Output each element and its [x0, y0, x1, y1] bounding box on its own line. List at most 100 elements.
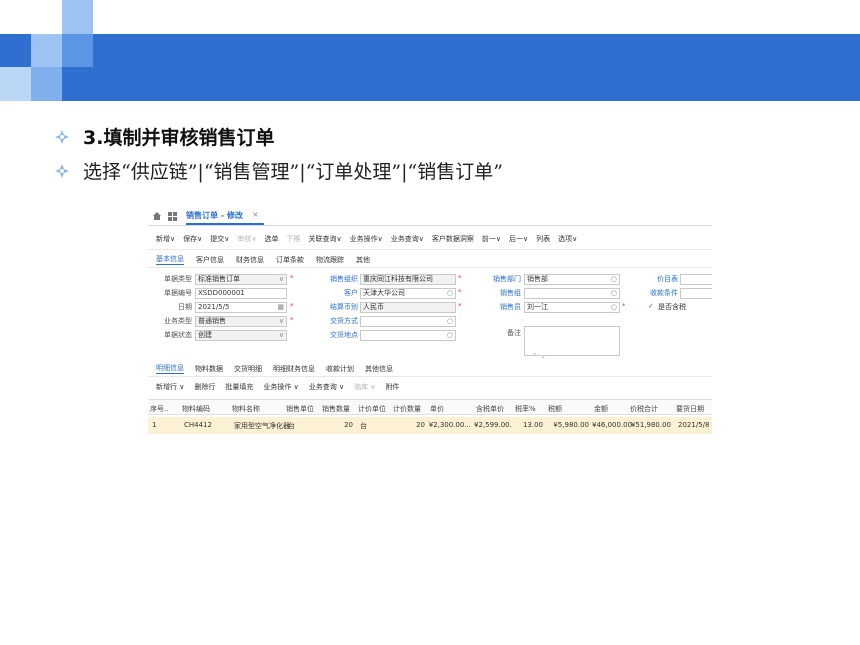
detail-toolbar-button[interactable]: 附件 [385, 382, 399, 392]
detail-toolbar-button[interactable]: 业务操作 ∨ [263, 382, 298, 392]
bullet-text: 3.填制并审核销售订单 [83, 127, 275, 149]
collapse-toggle-icon[interactable]: ⌃ ⌄ [532, 352, 546, 360]
toolbar-button[interactable]: 列表 [536, 234, 550, 244]
table-cell[interactable]: 家用型空气净化器 [234, 421, 290, 431]
table-cell[interactable]: ¥51,980.00 [628, 421, 671, 429]
toolbar-button[interactable]: 前一∨ [482, 234, 501, 244]
sales-group-field[interactable]: ○ [524, 288, 620, 299]
sales-dept-field[interactable]: 销售部 ○ [524, 274, 620, 285]
table-cell[interactable]: 13.00 [513, 421, 543, 429]
search-icon: ○ [446, 317, 453, 325]
table-cell[interactable]: ¥2,300.00... [428, 421, 471, 429]
table-cell[interactable]: 1 [152, 421, 156, 429]
column-header[interactable]: 销售单位 [286, 404, 314, 414]
currency-field[interactable]: 人民币 [360, 302, 456, 313]
table-header: 序号.. 物料编码 物料名称 销售单位 销售数量 计价单位 计价数量 单价 含税单价 税率% 税额 金… [148, 399, 712, 415]
doc-type-select[interactable]: 标准销售订单 ∨ [195, 274, 287, 285]
table-cell[interactable]: ¥46,000.00 [592, 421, 632, 429]
tab-bar: 销售订单 - 修改 × [148, 206, 712, 226]
form-tab[interactable]: 财务信息 [236, 255, 264, 265]
salesman-field[interactable]: 刘一江 ○ [524, 302, 620, 313]
toolbar-button[interactable]: 提交∨ [210, 234, 229, 244]
detail-toolbar-button[interactable]: 删除行 [194, 382, 215, 392]
column-header[interactable]: 计价单位 [358, 404, 386, 414]
column-header[interactable]: 物料名称 [232, 404, 260, 414]
column-header[interactable]: 序号.. [150, 404, 168, 414]
detail-tabs: 明细信息 物料数据 交货明细 明细财务信息 收款计划 其他信息 [148, 361, 712, 377]
detail-tab[interactable]: 明细信息 [156, 363, 184, 374]
detail-toolbar-button[interactable]: 批量填充 [225, 382, 253, 392]
column-header[interactable]: 物料编码 [182, 404, 210, 414]
detail-toolbar-button[interactable]: 新增行 ∨ [156, 382, 184, 392]
header-square [62, 0, 93, 34]
toolbar-button[interactable]: 后一∨ [509, 234, 528, 244]
detail-tab[interactable]: 明细财务信息 [273, 364, 315, 374]
search-icon: ○ [610, 289, 617, 297]
toolbar-button[interactable]: 选项∨ [558, 234, 577, 244]
table-cell[interactable]: 20 [391, 421, 425, 429]
toolbar-button[interactable]: 保存∨ [183, 234, 202, 244]
header-band [0, 34, 860, 101]
detail-tab[interactable]: 收款计划 [326, 364, 354, 374]
toolbar-button[interactable]: 业务操作∨ [350, 234, 383, 244]
detail-tab[interactable]: 物料数据 [195, 364, 223, 374]
date-field[interactable]: 2021/5/5 ▦ [195, 302, 287, 313]
toolbar-button[interactable]: 业务查询∨ [391, 234, 424, 244]
table-cell[interactable]: 台 [288, 421, 295, 431]
form-tab[interactable]: 其他 [356, 255, 370, 265]
currency-label: 结算币别 [330, 303, 358, 311]
toolbar-button[interactable]: 关联查询∨ [309, 234, 342, 244]
form-tab[interactable]: 订单条款 [276, 255, 304, 265]
toolbar-button[interactable]: 审核∨ [237, 234, 256, 244]
doc-no-field[interactable]: XSDD000001 [195, 288, 287, 299]
form-tab[interactable]: 基本信息 [156, 254, 184, 265]
column-header[interactable]: 单价 [430, 404, 444, 414]
column-header[interactable]: 销售数量 [322, 404, 350, 414]
toolbar-button[interactable]: 新增∨ [156, 234, 175, 244]
table-cell[interactable]: 2021/5/8 . [678, 421, 712, 429]
column-header[interactable]: 税率% [515, 404, 536, 414]
table-cell[interactable]: ¥5,980.00 [546, 421, 589, 429]
table-cell[interactable]: 20 [320, 421, 353, 429]
detail-tab[interactable]: 交货明细 [234, 364, 262, 374]
delivery-method-field[interactable]: ○ [360, 316, 456, 327]
detail-tab[interactable]: 其他信息 [365, 364, 393, 374]
order-form: 单据类型 标准销售订单 ∨ * 销售组织 重庆同江科技有限公司 * 销售部门 销售… [148, 270, 712, 356]
table-cell[interactable]: ¥2,599.00. [474, 421, 512, 429]
form-tab[interactable]: 物流跟踪 [316, 255, 344, 265]
diamond-bullet-icon [55, 129, 69, 144]
column-header[interactable]: 含税单价 [476, 404, 504, 414]
detail-toolbar-button[interactable]: 临库 ∨ [354, 382, 375, 392]
close-icon[interactable]: × [252, 210, 259, 219]
required-mark: * [290, 274, 294, 282]
home-icon[interactable] [152, 211, 162, 221]
biz-type-select[interactable]: 普通销售 ∨ [195, 316, 287, 327]
column-header[interactable]: 要货日期 [676, 404, 704, 414]
table-cell[interactable]: CH4412 [184, 421, 212, 429]
delivery-place-label: 交货地点 [330, 331, 358, 339]
tab-sales-order[interactable]: 销售订单 - 修改 [186, 210, 243, 221]
payment-terms-field[interactable] [680, 288, 712, 299]
detail-toolbar-button[interactable]: 业务查询 ∨ [309, 382, 344, 392]
grid-icon[interactable] [168, 212, 177, 221]
payment-terms-label: 收款条件 [650, 289, 678, 297]
status-select[interactable]: 创建 ∨ [195, 330, 287, 341]
sales-org-field[interactable]: 重庆同江科技有限公司 [360, 274, 456, 285]
column-header[interactable]: 税额 [548, 404, 562, 414]
toolbar-button[interactable]: 选单 [265, 234, 279, 244]
column-header[interactable]: 金额 [594, 404, 608, 414]
required-mark: * [458, 288, 462, 296]
tax-included-checkbox[interactable]: ✓ [648, 302, 654, 310]
price-list-field[interactable] [680, 274, 712, 285]
table-row[interactable]: 1 CH4412 家用型空气净化器台 20 台 20 ¥2,300.00... ¥2,599.… [148, 417, 712, 434]
column-header[interactable]: 价税合计 [630, 404, 658, 414]
column-header[interactable]: 计价数量 [393, 404, 421, 414]
slide: 3.填制并审核销售订单 选择“供应链”|“销售管理”|“订单处理”|“销售订单”… [0, 0, 860, 645]
table-cell[interactable]: 台 [360, 421, 367, 431]
toolbar-button[interactable]: 下推 [287, 234, 301, 244]
customer-field[interactable]: 天津大华公司 ○ [360, 288, 456, 299]
price-list-label: 价目表 [657, 275, 678, 283]
form-tab[interactable]: 客户信息 [196, 255, 224, 265]
delivery-place-field[interactable]: ○ [360, 330, 456, 341]
toolbar-button[interactable]: 客户数据洞察 [432, 234, 474, 244]
